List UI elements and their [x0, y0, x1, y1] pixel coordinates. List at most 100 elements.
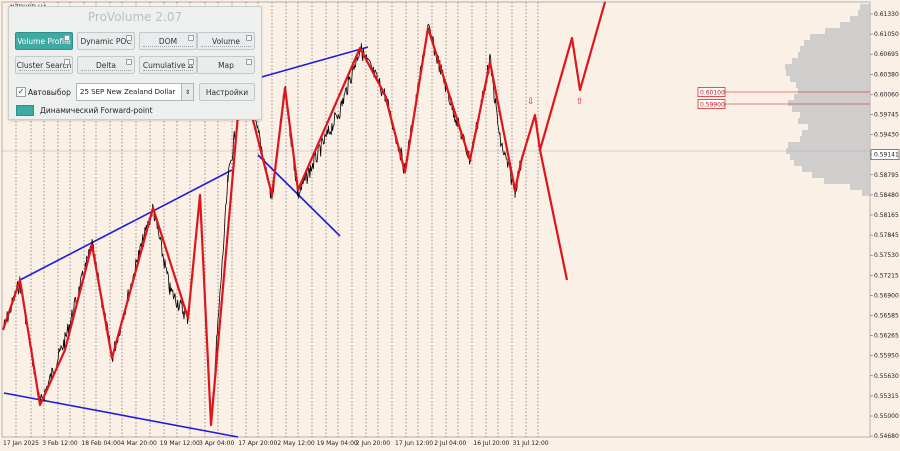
up-arrow-icon: ⇧	[576, 97, 584, 107]
time-axis-label: 17 Apr 20:00	[238, 440, 277, 447]
button-settings-icon	[246, 35, 252, 41]
volume-profile-bar	[800, 112, 870, 118]
dom-button[interactable]: DOM	[139, 32, 197, 50]
map-button[interactable]: Map	[197, 56, 255, 74]
volume-profile-bar	[790, 154, 870, 160]
volume-profile-bar	[786, 70, 870, 76]
volume-profile-bar	[788, 142, 870, 148]
price-axis-label: 0.60380	[874, 71, 899, 78]
time-axis-label: 2 Jul 04:00	[434, 440, 466, 447]
button-label: Настройки	[205, 87, 249, 97]
button-settings-icon	[188, 59, 194, 65]
time-axis-label: 31 Jul 12:00	[513, 440, 549, 447]
button-settings-icon	[188, 35, 194, 41]
button-settings-icon	[246, 59, 252, 65]
price-axis-label: 0.61330	[874, 11, 899, 18]
auto-select-label: Автовыбор	[28, 87, 71, 97]
button-label: Volume Profile	[17, 36, 71, 46]
volume-profile-bar	[794, 160, 870, 166]
price-axis-label: 0.55630	[874, 373, 899, 380]
level-label: 0.59900	[700, 102, 725, 109]
volume-profile-bar	[792, 58, 870, 64]
price-axis-label: 0.58795	[874, 172, 899, 179]
time-axis-label: 4 Mar 20:00	[121, 440, 157, 447]
cumulative-delta-button[interactable]: Cumulative Δ	[139, 56, 197, 74]
button-underline	[81, 69, 131, 71]
volume-profile-bar	[792, 106, 870, 112]
checkmark-icon: ✓	[16, 87, 26, 97]
forward-point-color-swatch	[16, 105, 34, 116]
button-settings-icon	[126, 59, 132, 65]
volume-profile-bar	[850, 184, 870, 190]
time-axis-label: 18 Feb 04:00	[81, 440, 121, 447]
forward-point-label: Динамический Forward-point	[40, 106, 153, 115]
price-axis-label: 0.61050	[874, 31, 899, 38]
price-axis-label: 0.56900	[874, 292, 899, 299]
time-axis-label: 3 Apr 04:00	[199, 440, 234, 447]
volume-profile-bar	[808, 124, 870, 130]
button-settings-icon	[64, 59, 70, 65]
price-axis-label: 0.54680	[874, 433, 899, 440]
volume-profile-bar	[800, 46, 870, 52]
button-settings-icon	[64, 35, 70, 41]
volume-profile-button[interactable]: Volume Profile	[15, 32, 73, 50]
price-axis-label: 0.60695	[874, 51, 899, 58]
volume-profile-bar	[800, 136, 870, 142]
time-axis-label: 19 Mar 12:00	[160, 440, 200, 447]
forward-point-toggle[interactable]: Динамический Forward-point	[16, 105, 153, 116]
price-axis-label: 0.58165	[874, 212, 899, 219]
price-axis-label: 0.60060	[874, 91, 899, 98]
button-label: Dynamic POC	[80, 36, 132, 46]
auto-select-checkbox[interactable]: ✓ Автовыбор	[16, 87, 71, 97]
volume-profile-bar	[858, 10, 870, 16]
volume-profile-bar	[798, 88, 870, 94]
instrument-select[interactable]: 25 SEP New Zealand Dollar ⇕	[76, 83, 194, 101]
volume-profile-bar	[798, 118, 870, 124]
volume-profile-bar	[812, 172, 870, 178]
price-axis-label: 0.59141	[874, 152, 899, 159]
time-axis-label: 17 Jun 12:00	[395, 440, 433, 447]
price-axis-label: 0.55315	[874, 393, 899, 400]
volume-profile-bar	[802, 130, 870, 136]
volume-profile-bar	[810, 34, 870, 40]
button-underline	[143, 69, 193, 71]
volume-profile-bar	[794, 94, 870, 100]
time-axis-label: 16 Jul 20:00	[473, 440, 509, 447]
price-axis-label: 0.57845	[874, 232, 899, 239]
level-label: 0.60100	[700, 90, 725, 97]
price-axis-label: 0.55000	[874, 413, 899, 420]
time-axis-label: 2 May 12:00	[277, 440, 315, 447]
provolume-panel: ProVolume 2.07 Volume Profile Dynamic PO…	[8, 6, 262, 120]
volume-profile-bar	[802, 166, 870, 172]
settings-button[interactable]: Настройки	[199, 83, 255, 101]
volume-profile-bar	[824, 178, 870, 184]
cluster-search-button[interactable]: Cluster Search	[15, 56, 73, 74]
price-axis-label: 0.55950	[874, 353, 899, 360]
volume-profile-bar	[785, 64, 870, 70]
volume-profile-bar	[825, 28, 870, 34]
button-underline	[201, 45, 251, 47]
volume-profile-bar	[840, 22, 870, 28]
price-axis-label: 0.57530	[874, 252, 899, 259]
chevron-updown-icon: ⇕	[181, 84, 193, 100]
time-axis-label: 2 Jun 20:00	[356, 440, 390, 447]
volume-profile-bar	[862, 190, 870, 196]
volume-button[interactable]: Volume	[197, 32, 255, 50]
time-axis-label: 3 Feb 12:00	[42, 440, 78, 447]
dynamic-poc-button[interactable]: Dynamic POC	[77, 32, 135, 50]
button-underline	[143, 45, 193, 47]
volume-profile-bar	[860, 4, 870, 10]
button-settings-icon	[126, 35, 132, 41]
button-underline	[19, 69, 69, 71]
trading-chart-window: ⇩ ⇧ 0.60100 0.59900 0.61330 0.61050 0.60695 0.6…	[0, 0, 900, 451]
time-axis-label: 17 Jan 2025	[3, 440, 39, 447]
volume-profile-bar	[804, 40, 870, 46]
price-axis-label: 0.59430	[874, 132, 899, 139]
price-axis-label: 0.58480	[874, 192, 899, 199]
delta-button[interactable]: Delta	[77, 56, 135, 74]
volume-profile-bar	[850, 16, 870, 22]
volume-profile-bar	[790, 76, 870, 82]
down-arrow-icon: ⇩	[527, 97, 535, 107]
price-axis-label: 0.56265	[874, 333, 899, 340]
button-label: Map	[218, 60, 234, 70]
